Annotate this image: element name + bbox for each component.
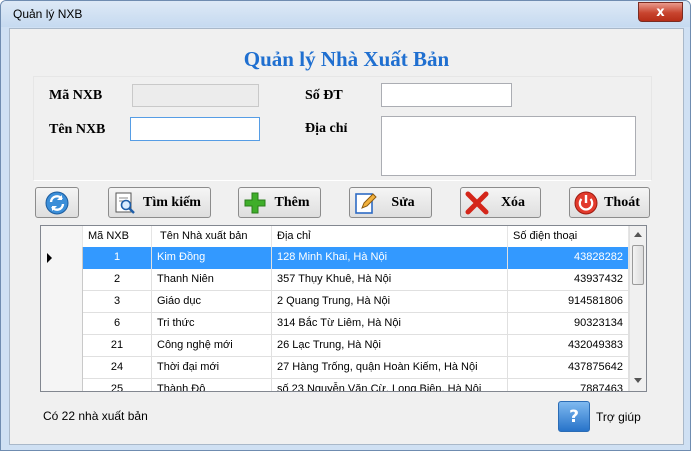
table-cell[interactable]: Công nghệ mới <box>152 335 272 357</box>
add-button[interactable]: Thêm <box>238 187 321 218</box>
scroll-down-icon[interactable] <box>634 378 642 383</box>
table-row[interactable]: 21 Công nghệ mới 26 Lạc Trung, Hà Nội 43… <box>41 335 629 357</box>
help-icon: ? <box>569 406 579 427</box>
table-cell[interactable]: 6 <box>83 313 152 335</box>
add-label: Thêm <box>274 194 310 210</box>
ma-nxb-label: Mã NXB <box>49 88 103 103</box>
dia-chi-label: Địa chỉ <box>305 121 348 136</box>
exit-button[interactable]: Thoát <box>569 187 650 218</box>
table-cell[interactable]: 437875642 <box>508 357 629 379</box>
row-header[interactable] <box>41 247 83 269</box>
table-header: Mã NXB Tên Nhà xuất bản Địa chỉ Số điện … <box>41 226 629 248</box>
plus-icon <box>242 190 268 216</box>
column-header[interactable]: Địa chỉ <box>272 226 508 247</box>
table-cell[interactable]: 26 Lạc Trung, Hà Nội <box>272 335 508 357</box>
table-cell[interactable]: Thành Đô <box>152 379 272 391</box>
column-header[interactable]: Tên Nhà xuất bản <box>152 226 272 247</box>
edit-icon <box>353 190 379 216</box>
table-cell[interactable]: Tri thức <box>152 313 272 335</box>
delete-label: Xóa <box>500 194 526 210</box>
row-header[interactable] <box>41 357 83 379</box>
refresh-icon <box>44 190 70 216</box>
edit-button[interactable]: Sửa <box>349 187 432 218</box>
ma-nxb-field[interactable] <box>132 84 259 107</box>
table-cell[interactable]: Thanh Niên <box>152 269 272 291</box>
table-cell[interactable]: Kim Đồng <box>152 247 272 269</box>
so-dt-label: Số ĐT <box>305 88 343 103</box>
close-button[interactable]: x <box>638 2 683 22</box>
delete-button[interactable]: Xóa <box>460 187 541 218</box>
record-count-status: Có 22 nhà xuất bản <box>43 409 148 423</box>
table-cell[interactable]: 43828282 <box>508 247 629 269</box>
table-cell[interactable]: 357 Thụy Khuê, Hà Nội <box>272 269 508 291</box>
table-cell[interactable]: 914581806 <box>508 291 629 313</box>
page-title: Quản lý Nhà Xuất Bản <box>243 47 450 71</box>
table-cell[interactable]: 90323134 <box>508 313 629 335</box>
table-cell[interactable]: 1 <box>83 247 152 269</box>
help-button[interactable]: ? <box>558 401 590 432</box>
table-row[interactable]: 3 Giáo dục 2 Quang Trung, Hà Nội 9145818… <box>41 291 629 313</box>
power-icon <box>573 190 599 216</box>
search-label: Tìm kiếm <box>143 194 201 210</box>
publisher-table[interactable]: Mã NXB Tên Nhà xuất bản Địa chỉ Số điện … <box>40 225 647 392</box>
table-row[interactable]: 24 Thời đại mới 27 Hàng Trống, quận Hoàn… <box>41 357 629 379</box>
table-cell[interactable]: 2 Quang Trung, Hà Nội <box>272 291 508 313</box>
table-row[interactable]: 1 Kim Đồng 128 Minh Khai, Hà Nội 4382828… <box>41 247 629 269</box>
search-icon <box>112 190 138 216</box>
column-header[interactable]: Mã NXB <box>83 226 152 247</box>
scroll-up-icon[interactable] <box>634 232 642 237</box>
row-header[interactable] <box>41 379 83 391</box>
table-cell[interactable]: 43937432 <box>508 269 629 291</box>
scroll-thumb[interactable] <box>632 245 644 285</box>
row-header[interactable] <box>41 269 83 291</box>
table-cell[interactable]: 7887463 <box>508 379 629 391</box>
row-header[interactable] <box>41 313 83 335</box>
table-row[interactable]: 6 Tri thức 314 Bắc Từ Liêm, Hà Nội 90323… <box>41 313 629 335</box>
vertical-scrollbar[interactable] <box>629 226 646 391</box>
search-button[interactable]: Tìm kiếm <box>108 187 211 218</box>
row-header-corner <box>41 226 83 247</box>
table-cell[interactable]: 128 Minh Khai, Hà Nội <box>272 247 508 269</box>
delete-x-icon <box>464 190 490 216</box>
title-bar[interactable]: Quản lý NXB x <box>1 1 690 27</box>
table-cell[interactable]: 2 <box>83 269 152 291</box>
table-cell[interactable]: 25 <box>83 379 152 391</box>
table-row[interactable]: 25 Thành Đô số 23 Nguyễn Văn Cừ, Long Bi… <box>41 379 629 391</box>
table-cell[interactable]: Giáo dục <box>152 291 272 313</box>
table-row[interactable]: 2 Thanh Niên 357 Thụy Khuê, Hà Nội 43937… <box>41 269 629 291</box>
table-cell[interactable]: 24 <box>83 357 152 379</box>
table-cell[interactable]: Thời đại mới <box>152 357 272 379</box>
row-header[interactable] <box>41 335 83 357</box>
current-row-arrow-icon <box>47 253 52 263</box>
table-cell[interactable]: 21 <box>83 335 152 357</box>
table-cell[interactable]: 432049383 <box>508 335 629 357</box>
ten-nxb-field[interactable] <box>130 117 260 141</box>
row-header[interactable] <box>41 291 83 313</box>
column-header[interactable]: Số điện thoại <box>508 226 629 247</box>
table-cell[interactable]: 314 Bắc Từ Liêm, Hà Nội <box>272 313 508 335</box>
so-dt-field[interactable] <box>381 83 512 107</box>
window-title: Quản lý NXB <box>13 7 83 21</box>
table-cell[interactable]: 27 Hàng Trống, quận Hoàn Kiếm, Hà Nội <box>272 357 508 379</box>
edit-label: Sửa <box>391 194 415 210</box>
close-icon: x <box>656 4 665 20</box>
refresh-button[interactable] <box>35 187 79 218</box>
app-window: Quản lý NXB x Quản lý Nhà Xuất Bản Mã NX… <box>0 0 691 451</box>
ten-nxb-label: Tên NXB <box>49 122 106 137</box>
table-cell[interactable]: số 23 Nguyễn Văn Cừ, Long Biên, Hà Nội <box>272 379 508 391</box>
exit-label: Thoát <box>604 194 640 210</box>
table-cell[interactable]: 3 <box>83 291 152 313</box>
help-label[interactable]: Trợ giúp <box>596 410 641 424</box>
dia-chi-field[interactable] <box>381 116 636 176</box>
form-client-area: Quản lý Nhà Xuất Bản Mã NXB Tên NXB Số Đ… <box>9 28 684 445</box>
